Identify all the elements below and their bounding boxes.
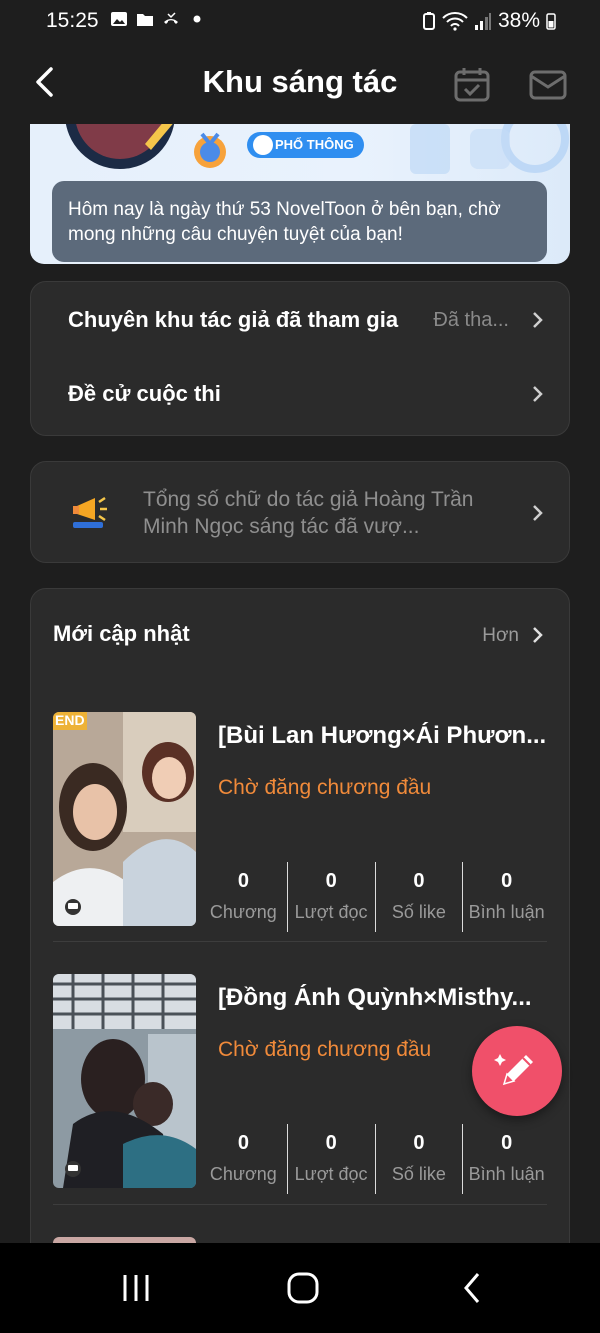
water-drop-icon	[253, 135, 273, 155]
more-link[interactable]: Hơn	[482, 625, 519, 647]
story-title[interactable]: [Đồng Ánh Quỳnh×Misthy...	[218, 984, 548, 1012]
recent-updates-card: Mới cập nhật Hơn END [Bùi Lan Hương×Ái P…	[30, 588, 570, 1268]
recent-apps-button[interactable]	[106, 1268, 166, 1308]
app-header: Khu sáng tác	[0, 44, 600, 124]
author-avatar-icon	[65, 124, 175, 169]
chevron-right-icon[interactable]	[531, 625, 545, 645]
story-item[interactable]: [Đồng Ánh Quỳnh×Misthy... Chờ đăng chươn…	[53, 974, 547, 1212]
menu-item-joined-zones[interactable]: Chuyên khu tác giả đã tham gia Đã tha...	[31, 290, 569, 350]
page-title: Khu sáng tác	[202, 64, 398, 99]
section-title: Mới cập nhật	[53, 621, 190, 646]
megaphone-icon	[73, 496, 107, 528]
stat-likes: 0 Số like	[374, 862, 463, 932]
tier-badge: PHỔ THÔNG	[247, 132, 364, 158]
story-status: Chờ đăng chương đầu	[218, 776, 432, 799]
banner-message: Hôm nay là ngày thứ 53 NovelToon ở bên b…	[52, 181, 547, 262]
wifi-icon	[442, 12, 468, 31]
write-fab-button[interactable]	[472, 1026, 562, 1116]
back-nav-button[interactable]	[442, 1268, 502, 1308]
chevron-right-icon	[533, 505, 543, 521]
system-nav-bar	[0, 1243, 600, 1333]
divider	[53, 1204, 547, 1205]
menu-item-contest-nomination[interactable]: Đề cử cuộc thi	[31, 364, 569, 424]
story-stats: 0 Chương 0 Lượt đọc 0 Số like 0 Bình luận	[200, 1124, 550, 1194]
story-status: Chờ đăng chương đầu	[218, 1038, 432, 1061]
menu-card: Chuyên khu tác giả đã tham gia Đã tha...…	[30, 281, 570, 436]
divider	[53, 941, 547, 942]
folder-icon	[137, 14, 153, 26]
pencil-icon	[494, 1054, 533, 1086]
home-icon	[287, 1272, 319, 1304]
dot-icon	[193, 15, 201, 23]
stat-likes: 0 Số like	[374, 1124, 463, 1194]
status-bar: 15:25 38%	[0, 0, 600, 44]
recent-apps-icon	[123, 1275, 149, 1301]
cover-image	[53, 974, 196, 1188]
home-button[interactable]	[273, 1268, 333, 1308]
status-time: 15:25	[46, 9, 99, 32]
level-medal-icon	[194, 132, 226, 168]
author-banner: PHỔ THÔNG Hôm nay là ngày thứ 53 NovelTo…	[30, 124, 570, 264]
menu-item-label: Chuyên khu tác giả đã tham gia	[68, 307, 399, 332]
notice-card[interactable]: Tổng số chữ do tác giả Hoàng Trần Minh N…	[30, 461, 570, 563]
stat-comments: 0 Bình luận	[462, 1124, 550, 1194]
story-title[interactable]: [Bùi Lan Hương×Ái Phươn...	[218, 722, 548, 750]
story-item[interactable]: END [Bùi Lan Hương×Ái Phươn... Chờ đăng …	[53, 712, 547, 950]
missed-call-icon	[164, 12, 178, 24]
cover-tag: END	[55, 712, 85, 728]
stat-chapters: 0 Chương	[209, 870, 277, 922]
menu-item-label: Đề cử cuộc thi	[68, 381, 221, 406]
stat-reads: 0 Lượt đọc	[286, 1124, 375, 1194]
battery-saver-icon	[422, 12, 435, 30]
signal-icon	[474, 13, 491, 30]
cover-image	[53, 712, 196, 926]
battery-percent: 38%	[497, 9, 540, 32]
banner-decoration-icon	[410, 124, 569, 174]
image-icon	[111, 12, 127, 26]
stat-comments: 0 Bình luận	[462, 862, 550, 932]
back-nav-icon	[464, 1273, 480, 1303]
stat-reads: 0 Lượt đọc	[286, 862, 375, 932]
chevron-right-icon	[533, 386, 543, 402]
story-cover[interactable]	[53, 974, 196, 1188]
calendar-check-icon[interactable]	[452, 66, 492, 102]
story-stats: 0 Chương 0 Lượt đọc 0 Số like 0 Bình luận	[200, 862, 550, 932]
notice-text: Tổng số chữ do tác giả Hoàng Trần Minh N…	[143, 488, 474, 538]
stat-chapters: 0 Chương	[209, 1132, 277, 1184]
menu-item-value: Đã tha...	[433, 308, 509, 331]
chevron-right-icon	[533, 312, 543, 328]
mail-icon[interactable]	[528, 66, 568, 102]
story-cover[interactable]: END	[53, 712, 196, 926]
battery-icon	[546, 13, 556, 30]
